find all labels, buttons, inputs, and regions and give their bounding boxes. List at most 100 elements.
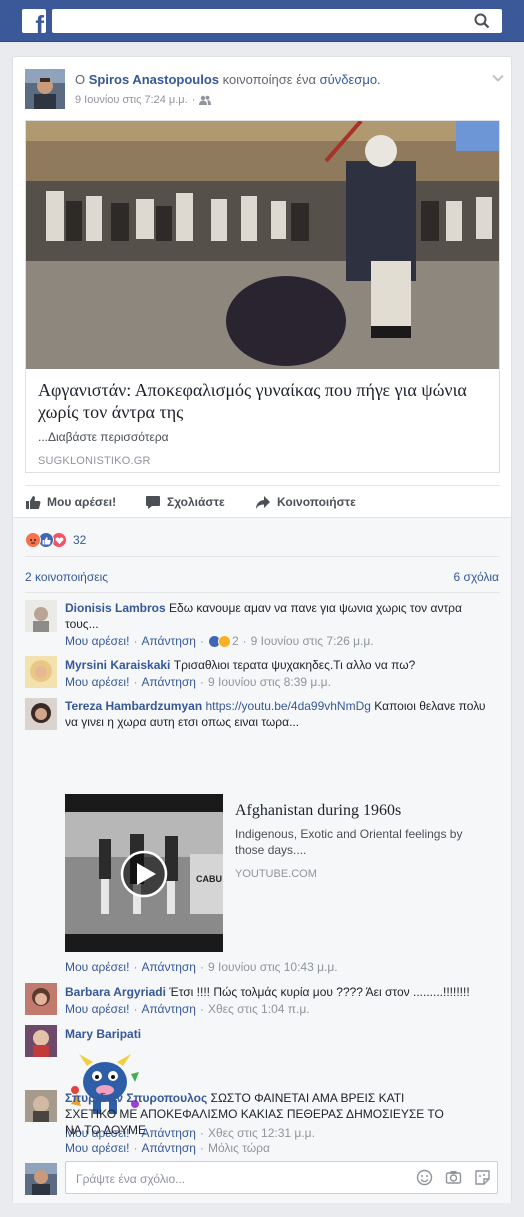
separator: ·: [242, 634, 247, 648]
link-description: ...Διαβάστε περισσότερα: [38, 430, 169, 444]
commenter-name[interactable]: Dionisis Lambros: [65, 601, 166, 615]
share-label: Κοινοποιήστε: [277, 495, 356, 509]
link-word[interactable]: σύνδεσμο.: [320, 72, 381, 87]
post-card: Ο Spiros Anastopoulos κοινοποίησε ένα σύ…: [12, 56, 512, 1203]
commenter-avatar[interactable]: [25, 600, 57, 632]
facebook-logo[interactable]: f: [22, 9, 46, 33]
comment-reactions[interactable]: [207, 634, 231, 648]
shares-count[interactable]: 2 κοινοποιήσεις: [25, 570, 108, 584]
friends-audience-icon[interactable]: [199, 95, 212, 105]
comment-body: Tereza Hambardzumyan https://youtu.be/4d…: [65, 698, 495, 730]
emoji-icon[interactable]: [416, 1169, 433, 1186]
comment-timestamp[interactable]: 9 Ιουνίου στις 7:26 μ.μ.: [251, 634, 374, 648]
camera-icon[interactable]: [445, 1169, 462, 1186]
commenter-name[interactable]: Tereza Hambardzumyan: [65, 699, 202, 713]
comment-text: Έτσι !!!! Πώς τολμάς κυρία μου ???? Άει …: [169, 985, 470, 999]
separator: ·: [133, 675, 138, 689]
comment-reply-link[interactable]: Απάντηση: [141, 634, 196, 648]
reactions-count[interactable]: 32: [73, 533, 86, 547]
search-button[interactable]: [462, 9, 502, 33]
search-input[interactable]: [52, 9, 502, 33]
comment-button[interactable]: Σχολιάστε: [145, 494, 225, 510]
comment-timestamp[interactable]: 9 Ιουνίου στις 10:43 μ.μ.: [208, 960, 338, 974]
comment-input[interactable]: Γράψτε ένα σχόλιο...: [65, 1161, 498, 1194]
comment-reply-link[interactable]: Απάντηση: [141, 1002, 196, 1016]
author-avatar[interactable]: [25, 69, 65, 109]
comment-url-link[interactable]: https://youtu.be/4da99vhNmDg: [206, 699, 371, 713]
comment-reaction-count[interactable]: 2: [232, 634, 239, 648]
post-timestamp[interactable]: 9 Ιουνίου στις 7:24 μ.μ.: [75, 94, 188, 106]
comment-like-link[interactable]: Μου αρέσει!: [65, 1141, 129, 1155]
commenter-name[interactable]: Myrsini Karaiskaki: [65, 658, 170, 672]
video-description: Indigenous, Exotic and Oriental feelings…: [235, 827, 463, 857]
commenter-name[interactable]: Σπυριδων Σπυροπουλος: [65, 1091, 207, 1105]
action-text: κοινοποίησε ένα: [222, 72, 317, 87]
search-icon: [474, 13, 490, 29]
separator: ·: [133, 1002, 138, 1016]
angry-reaction-icon: [25, 532, 41, 548]
comment-body: Myrsini Karaiskaki Τρισαθλιοι τερατα ψυχ…: [65, 657, 495, 673]
comments-count[interactable]: 6 σχόλια: [454, 570, 499, 584]
separator: ·: [199, 675, 204, 689]
video-source: YOUTUBE.COM: [235, 868, 317, 880]
top-bar: f: [0, 0, 524, 42]
separator: ·: [199, 634, 204, 648]
thumbnail-sign-text: CABU: [196, 874, 222, 884]
link-image[interactable]: [26, 121, 500, 369]
commenter-name[interactable]: Barbara Argyriadi: [65, 985, 166, 999]
comment-timestamp[interactable]: Μόλις τώρα: [208, 1141, 270, 1155]
separator: ·: [133, 960, 138, 974]
separator: ·: [199, 1002, 204, 1016]
comment-meta: Μου αρέσει! · Απάντηση · Μόλις τώρα: [65, 1141, 270, 1155]
commenter-avatar[interactable]: [25, 698, 57, 730]
like-button[interactable]: Μου αρέσει!: [25, 494, 116, 510]
comment-input-placeholder: Γράψτε ένα σχόλιο...: [76, 1172, 186, 1186]
comment-body: Barbara Argyriadi Έτσι !!!! Πώς τολμάς κ…: [65, 984, 495, 1000]
comment-like-link[interactable]: Μου αρέσει!: [65, 634, 129, 648]
commenter-avatar[interactable]: [25, 983, 57, 1015]
reactions-summary[interactable]: 32: [25, 532, 86, 548]
comment-like-link[interactable]: Μου αρέσει!: [65, 675, 129, 689]
comment-like-link[interactable]: Μου αρέσει!: [65, 1002, 129, 1016]
sticker-icon[interactable]: [474, 1169, 491, 1186]
comment-reply-link[interactable]: Απάντηση: [141, 1141, 196, 1155]
comment-like-link[interactable]: Μου αρέσει!: [65, 960, 129, 974]
divider: [25, 556, 500, 557]
comment-meta: Μου αρέσει! · Απάντηση · 9 Ιουνίου στις …: [65, 675, 331, 689]
chevron-down-icon[interactable]: [491, 71, 505, 85]
separator: ·: [199, 1141, 204, 1155]
prefix-text: Ο: [75, 72, 86, 87]
thumbs-up-icon: [26, 496, 41, 509]
commenter-name[interactable]: Mary Baripati: [65, 1027, 141, 1041]
link-title[interactable]: Αφγανιστάν: Αποκεφαλισμός γυναίκας που π…: [38, 379, 488, 423]
comment-reply-link[interactable]: Απάντηση: [141, 960, 196, 974]
comment-reply-link[interactable]: Απάντηση: [141, 675, 196, 689]
divider: [25, 485, 500, 486]
like-label: Μου αρέσει!: [47, 495, 117, 509]
commenter-avatar[interactable]: [25, 1025, 57, 1057]
video-thumbnail[interactable]: CABU: [65, 794, 223, 952]
shared-link-card[interactable]: Αφγανιστάν: Αποκεφαλισμός γυναίκας που π…: [25, 120, 500, 473]
video-title[interactable]: Afghanistan during 1960s: [235, 802, 401, 820]
comment-label: Σχολιάστε: [167, 495, 225, 509]
comment-meta: Μου αρέσει! · Απάντηση · Χθες στις 1:04 …: [65, 1002, 310, 1016]
comment-text: Τρισαθλιοι τερατα ψυχακηδες.Τι αλλο να π…: [173, 658, 416, 672]
author-name[interactable]: Spiros Anastopoulos: [89, 72, 219, 87]
post-header: Ο Spiros Anastopoulos κοινοποίησε ένα σύ…: [75, 72, 381, 87]
commenter-avatar[interactable]: [25, 1090, 57, 1122]
comment-body: Σπυριδων Σπυροπουλος ΣΩΣΤΟ ΦΑΙΝΕΤΑΙ ΑΜΑ …: [65, 1090, 445, 1138]
youtube-embed[interactable]: CABU Afghanistan during 1960s Indigenous…: [65, 794, 470, 952]
divider: [25, 592, 500, 593]
comment-timestamp[interactable]: Χθες στις 1:04 π.μ.: [208, 1002, 310, 1016]
commenter-avatar[interactable]: [25, 656, 57, 688]
comment-body: Mary Baripati: [65, 1026, 495, 1042]
current-user-avatar[interactable]: [25, 1163, 57, 1195]
comment-meta: Μου αρέσει! · Απάντηση · 9 Ιουνίου στις …: [65, 960, 338, 974]
link-source: SUGKLONISTIKO.GR: [38, 455, 151, 467]
share-icon: [256, 496, 270, 509]
separator: ·: [191, 94, 196, 106]
comment-timestamp[interactable]: 9 Ιουνίου στις 8:39 μ.μ.: [208, 675, 331, 689]
share-button[interactable]: Κοινοποιήστε: [255, 494, 356, 510]
post-meta: 9 Ιουνίου στις 7:24 μ.μ. ·: [75, 94, 212, 106]
haha-reaction-icon: [217, 634, 231, 648]
